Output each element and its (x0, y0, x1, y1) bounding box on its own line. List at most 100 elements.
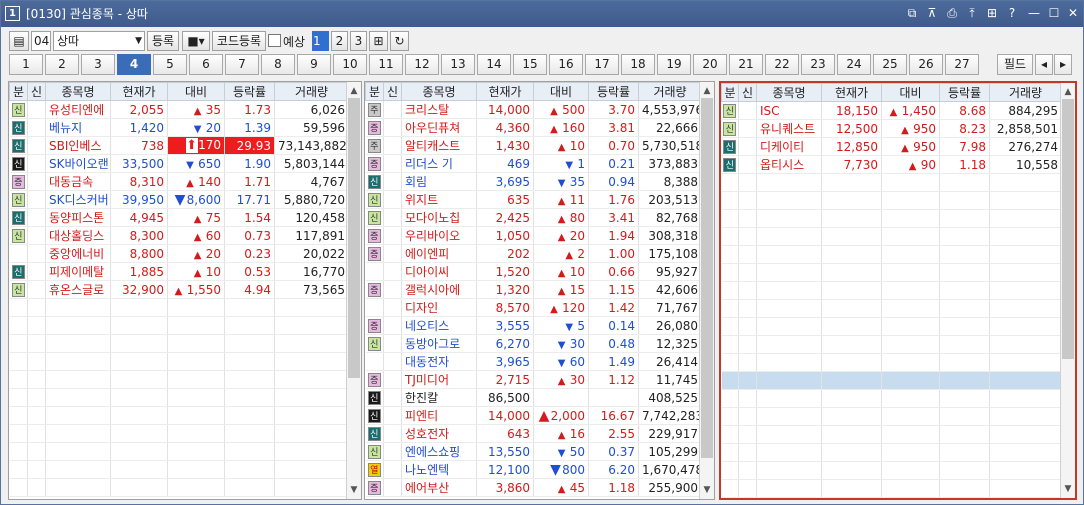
header-rate-col[interactable]: 등락률 (224, 82, 275, 101)
tab-12[interactable]: 12 (405, 54, 439, 75)
tab-14[interactable]: 14 (477, 54, 511, 75)
help-icon[interactable]: ? (1004, 5, 1020, 21)
link-icon[interactable]: ⧉ (904, 5, 920, 21)
stock-name[interactable]: 동방아그로 (401, 334, 477, 353)
stock-name[interactable]: 모다이노칩 (401, 208, 477, 227)
table-row[interactable]: 열 나노엔텍 12,100 ▼800 6.20 1,670,478 (365, 460, 702, 479)
header-price-col[interactable]: 현재가 (110, 82, 168, 101)
table-row[interactable]: 신 유성티엔에 2,055 ▲ 35 1.73 6,026 (9, 100, 349, 119)
group-code-field[interactable]: 04 (31, 31, 51, 51)
menu-dropdown-button[interactable]: ■▾ (182, 31, 210, 51)
stock-name[interactable] (756, 317, 822, 336)
stock-name[interactable]: 나노엔텍 (401, 460, 477, 479)
table-row[interactable] (9, 460, 349, 479)
table-row[interactable]: 신 디케이티 12,850 ▲ 950 7.98 276,274 (721, 137, 1062, 156)
table-row[interactable] (721, 479, 1062, 498)
stock-name[interactable]: 에어부산 (401, 478, 477, 497)
vertical-scrollbar[interactable]: ▲ ▼ (1060, 83, 1075, 498)
table-row[interactable]: 신 동양피스톤 4,945 ▲ 75 1.54 120,458 (9, 208, 349, 227)
header-rate-col[interactable]: 등락률 (939, 83, 990, 102)
tab-19[interactable]: 19 (657, 54, 691, 75)
header-credit-col[interactable]: 신 (738, 83, 757, 102)
stock-name[interactable]: 에이엔피 (401, 244, 477, 263)
table-row[interactable]: 신 피제이메탈 1,885 ▲ 10 0.53 16,770 (9, 262, 349, 281)
table-row[interactable]: 신 휴온스글로 32,900 ▲ 1,550 4.94 73,565 (9, 280, 349, 299)
tab-scroll-right-icon[interactable]: ▸ (1054, 54, 1072, 75)
scroll-down-icon[interactable]: ▼ (700, 483, 714, 497)
stock-name[interactable]: 디아이씨 (401, 262, 477, 281)
table-row[interactable]: 신 한진칼 86,500 408,525 (365, 388, 702, 407)
stock-name[interactable] (45, 334, 111, 353)
stock-name[interactable] (45, 298, 111, 317)
tab-4[interactable]: 4 (117, 54, 151, 75)
header-change-col[interactable]: 대비 (167, 82, 225, 101)
stock-name[interactable] (756, 407, 822, 426)
table-row[interactable] (721, 443, 1062, 462)
stock-name[interactable] (756, 461, 822, 480)
table-row[interactable]: 주 크리스탈 14,000 ▲ 500 3.70 4,553,976 (365, 100, 702, 119)
stock-name[interactable]: 위지트 (401, 190, 477, 209)
header-volume-col[interactable]: 거래량 (274, 82, 349, 101)
header-market-col[interactable]: 분 (365, 82, 384, 101)
stock-name[interactable]: 크리스탈 (401, 100, 477, 119)
stock-name[interactable]: 피제이메탈 (45, 262, 111, 281)
table-row[interactable] (721, 335, 1062, 354)
table-row[interactable]: 신 위지트 635 ▲ 11 1.76 203,513 (365, 190, 702, 209)
stock-name[interactable]: 엔에스쇼핑 (401, 442, 477, 461)
table-row[interactable]: 증 아우딘퓨쳐 4,360 ▲ 160 3.81 22,666 (365, 118, 702, 137)
table-row[interactable] (9, 406, 349, 425)
tab-20[interactable]: 20 (693, 54, 727, 75)
header-price-col[interactable]: 현재가 (476, 82, 534, 101)
tab-1[interactable]: 1 (9, 54, 43, 75)
page-button-1[interactable]: 1 (312, 31, 329, 51)
scroll-thumb[interactable] (701, 98, 713, 458)
stock-name[interactable] (45, 388, 111, 407)
table-row[interactable] (721, 263, 1062, 282)
stock-name[interactable]: 성호전자 (401, 424, 477, 443)
table-row[interactable] (9, 388, 349, 407)
tab-18[interactable]: 18 (621, 54, 655, 75)
tab-21[interactable]: 21 (729, 54, 763, 75)
stock-name[interactable]: 한진칼 (401, 388, 477, 407)
table-row[interactable] (721, 317, 1062, 336)
header-volume-col[interactable]: 거래량 (638, 82, 702, 101)
header-price-col[interactable]: 현재가 (821, 83, 882, 102)
stock-name[interactable] (756, 353, 822, 372)
stock-name[interactable]: 대동금속 (45, 172, 111, 191)
stock-name[interactable]: 디케이티 (756, 137, 822, 156)
stock-name[interactable] (45, 316, 111, 335)
table-row[interactable] (9, 298, 349, 317)
table-row[interactable]: 디아이씨 1,520 ▲ 10 0.66 95,927 (365, 262, 702, 281)
table-row[interactable] (9, 352, 349, 371)
page-button-3[interactable]: 3 (350, 31, 367, 51)
header-credit-col[interactable]: 신 (383, 82, 402, 101)
header-credit-col[interactable]: 신 (27, 82, 46, 101)
stock-name[interactable] (45, 406, 111, 425)
table-row[interactable]: 증 대동금속 8,310 ▲ 140 1.71 4,767 (9, 172, 349, 191)
table-row[interactable]: 신 옵티시스 7,730 ▲ 90 1.18 10,558 (721, 155, 1062, 174)
stock-name[interactable]: 회림 (401, 172, 477, 191)
prediction-checkbox[interactable] (268, 34, 281, 47)
code-register-button[interactable]: 코드등록 (212, 31, 266, 51)
stock-name[interactable]: 피엔티 (401, 406, 477, 425)
table-row[interactable] (721, 173, 1062, 192)
table-row[interactable]: 신 동방아그로 6,270 ▼ 30 0.48 12,325 (365, 334, 702, 353)
table-row[interactable] (721, 371, 1062, 390)
tab-3[interactable]: 3 (81, 54, 115, 75)
tab-11[interactable]: 11 (369, 54, 403, 75)
tab-2[interactable]: 2 (45, 54, 79, 75)
stock-name[interactable]: 알티캐스트 (401, 136, 477, 155)
stock-name[interactable]: SK디스커버 (45, 190, 111, 209)
table-row[interactable]: 신 성호전자 643 ▲ 16 2.55 229,917 (365, 424, 702, 443)
stock-name[interactable]: 디자인 (401, 298, 477, 317)
table-row[interactable] (721, 245, 1062, 264)
filter-button[interactable]: 필드 (997, 54, 1033, 75)
stock-name[interactable] (756, 191, 822, 210)
stock-name[interactable]: 동양피스톤 (45, 208, 111, 227)
stock-name[interactable]: 대동전자 (401, 352, 477, 371)
table-row[interactable]: 신 SK디스커버 39,950 ▼8,600 17.71 5,880,720 (9, 190, 349, 209)
stock-name[interactable] (756, 335, 822, 354)
table-row[interactable]: 신 SBI인베스 738 ⬆170 29.93 73,143,882 (9, 136, 349, 155)
table-row[interactable] (9, 442, 349, 461)
table-row[interactable] (721, 407, 1062, 426)
